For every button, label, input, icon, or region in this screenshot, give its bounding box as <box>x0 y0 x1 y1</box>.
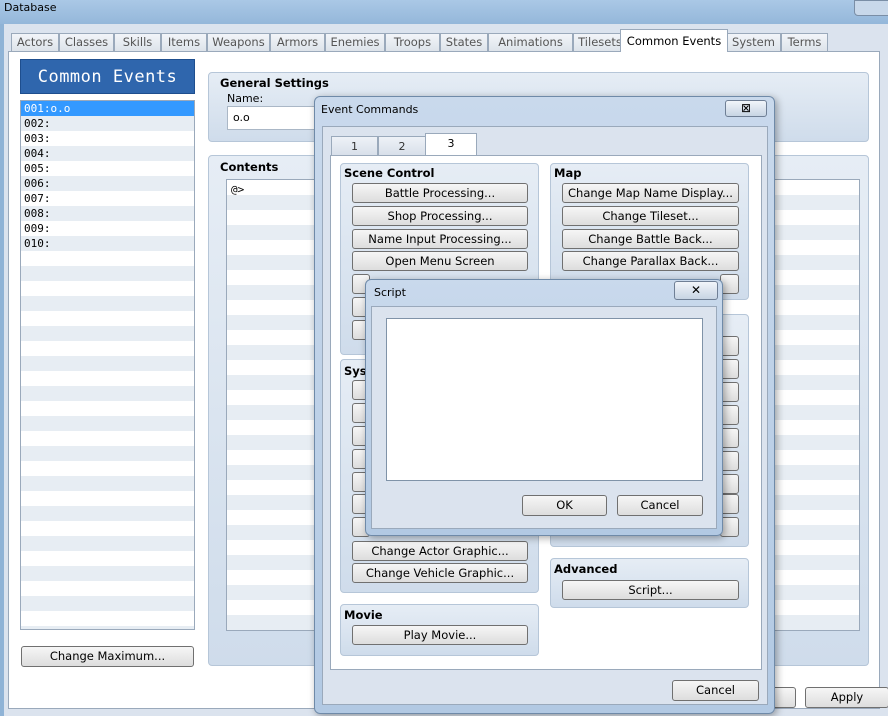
script-dialog-title: Script <box>374 286 406 299</box>
list-item[interactable]: 008: <box>21 206 194 221</box>
list-item[interactable]: 004: <box>21 146 194 161</box>
tab-common-events[interactable]: Common Events <box>620 29 728 52</box>
change-actor-graphic-button[interactable]: Change Actor Graphic... <box>352 541 528 561</box>
close-icon[interactable]: ⊠ <box>725 100 767 117</box>
play-movie-button[interactable]: Play Movie... <box>352 625 528 645</box>
change-map-name-display-button[interactable]: Change Map Name Display... <box>562 183 739 203</box>
script-command-button[interactable]: Script... <box>562 580 739 600</box>
change-battle-back-button[interactable]: Change Battle Back... <box>562 229 739 249</box>
list-item[interactable]: 005: <box>21 161 194 176</box>
scene-control-title: Scene Control <box>344 166 435 180</box>
name-label: Name: <box>227 92 264 105</box>
event-commands-cancel-button[interactable]: Cancel <box>672 680 759 701</box>
script-cancel-button[interactable]: Cancel <box>617 495 703 516</box>
change-tileset-button[interactable]: Change Tileset... <box>562 206 739 226</box>
window-titlebar: Database <box>0 0 888 24</box>
battle-processing-button[interactable]: Battle Processing... <box>352 183 528 203</box>
tab-page-2[interactable]: 2 <box>378 136 426 156</box>
window-title: Database <box>4 1 57 14</box>
tab-actors[interactable]: Actors <box>11 33 59 51</box>
tab-page-1[interactable]: 1 <box>331 136 378 156</box>
close-icon[interactable]: ✕ <box>674 281 718 300</box>
common-events-list[interactable]: 001:o.o 002: 003: 004: 005: 006: 007: 00… <box>20 100 195 630</box>
list-item[interactable]: 001:o.o <box>21 101 194 116</box>
tab-enemies[interactable]: Enemies <box>325 33 385 51</box>
tab-classes[interactable]: Classes <box>59 33 114 51</box>
tab-tilesets[interactable]: Tilesets <box>573 33 627 51</box>
movie-title: Movie <box>344 608 383 622</box>
event-commands-title: Event Commands <box>321 103 419 116</box>
system-title: Sys <box>344 364 367 378</box>
list-item[interactable]: 009: <box>21 221 194 236</box>
general-settings-title: General Settings <box>220 76 329 90</box>
script-text-area[interactable] <box>386 318 703 481</box>
apply-button[interactable]: Apply <box>805 687 888 708</box>
change-maximum-button[interactable]: Change Maximum... <box>21 646 194 667</box>
tab-items[interactable]: Items <box>161 33 207 51</box>
tab-states[interactable]: States <box>440 33 488 51</box>
common-events-header: Common Events <box>20 59 195 94</box>
map-title: Map <box>554 166 582 180</box>
list-item[interactable]: 007: <box>21 191 194 206</box>
change-vehicle-graphic-button[interactable]: Change Vehicle Graphic... <box>352 563 528 583</box>
list-item[interactable]: 003: <box>21 131 194 146</box>
change-parallax-back-button[interactable]: Change Parallax Back... <box>562 251 739 271</box>
name-field[interactable]: o.o <box>227 106 317 130</box>
name-input-processing-button[interactable]: Name Input Processing... <box>352 229 528 249</box>
shop-processing-button[interactable]: Shop Processing... <box>352 206 528 226</box>
open-menu-screen-button[interactable]: Open Menu Screen <box>352 251 528 271</box>
advanced-title: Advanced <box>554 562 618 576</box>
list-item[interactable]: 006: <box>21 176 194 191</box>
window-close-button[interactable] <box>854 0 888 16</box>
tab-animations[interactable]: Animations <box>488 33 573 51</box>
ok-button[interactable]: OK <box>522 495 607 516</box>
tab-armors[interactable]: Armors <box>270 33 325 51</box>
tab-weapons[interactable]: Weapons <box>207 33 270 51</box>
tab-terms[interactable]: Terms <box>781 33 828 51</box>
tab-page-3[interactable]: 3 <box>425 133 477 156</box>
list-item[interactable]: 010: <box>21 236 194 251</box>
contents-title: Contents <box>220 160 279 174</box>
tab-troops[interactable]: Troops <box>385 33 440 51</box>
tab-skills[interactable]: Skills <box>114 33 161 51</box>
list-item[interactable]: 002: <box>21 116 194 131</box>
tab-system[interactable]: System <box>726 33 781 51</box>
